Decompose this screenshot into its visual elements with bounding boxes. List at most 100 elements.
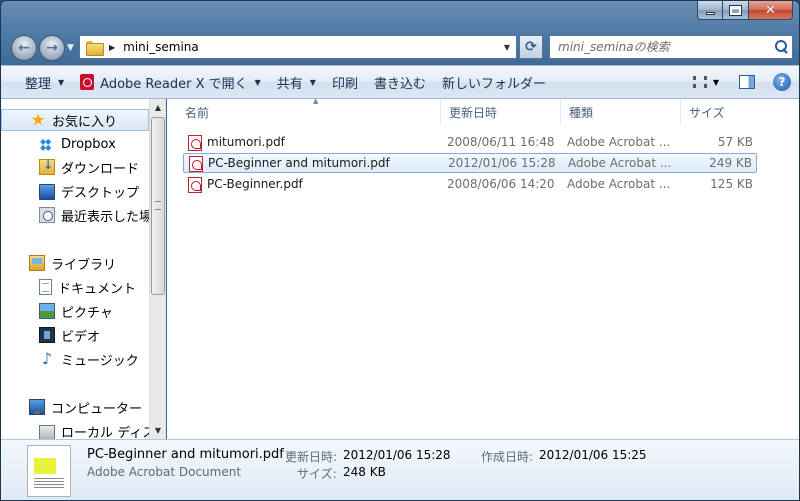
- organize-label: 整理: [25, 76, 52, 92]
- pictures-icon: [39, 303, 55, 319]
- print-button[interactable]: 印刷: [324, 70, 366, 94]
- new-folder-button[interactable]: 新しいフォルダー: [434, 70, 554, 94]
- sidebar-item-local-disk[interactable]: ローカル ディスク: [1, 420, 149, 439]
- chevron-down-icon[interactable]: ▼: [713, 78, 719, 87]
- minimize-button[interactable]: [697, 1, 723, 20]
- command-bar: 整理 ▼ Adobe Reader X で開く ▼ 共有 ▼ 印刷 書き込む 新しいフ…: [1, 65, 799, 99]
- arrow-right-icon: →: [46, 40, 58, 56]
- sidebar-item-label: Dropbox: [61, 136, 116, 152]
- sidebar-item-downloads[interactable]: ダウンロード: [1, 156, 149, 178]
- download-folder-icon: [39, 158, 55, 175]
- column-header-name[interactable]: 名前 ▲: [177, 97, 441, 125]
- library-icon: [29, 255, 45, 271]
- details-size-label: サイズ:: [297, 467, 337, 481]
- close-button[interactable]: ✕: [749, 1, 793, 20]
- recent-places-icon: [39, 207, 55, 223]
- sidebar-item-label: ライブラリ: [51, 257, 117, 273]
- navigation-bar: ← → ▼ ▶ mini_semina ▼ ⟳: [1, 31, 799, 63]
- column-header-date[interactable]: 更新日時: [441, 99, 561, 125]
- pdf-file-icon: [189, 156, 203, 172]
- breadcrumb-separator-icon[interactable]: ▶: [109, 43, 115, 52]
- column-header-size[interactable]: サイズ: [681, 99, 761, 125]
- column-header-label: サイズ: [689, 105, 725, 120]
- file-thumbnail: [27, 445, 71, 497]
- sidebar-item-pictures[interactable]: ピクチャ: [1, 300, 149, 322]
- column-header-label: 種類: [569, 105, 594, 120]
- sidebar-item-music[interactable]: ♪ ミュージック: [1, 348, 149, 370]
- preview-pane-icon[interactable]: [739, 75, 755, 89]
- scroll-up-icon[interactable]: ▲: [150, 99, 165, 116]
- burn-button[interactable]: 書き込む: [366, 70, 434, 94]
- file-date: 2008/06/06 14:20: [447, 177, 555, 191]
- local-disk-icon: [39, 424, 55, 439]
- maximize-button[interactable]: [723, 1, 749, 20]
- sidebar-item-favorites[interactable]: ★ お気に入り: [1, 109, 149, 131]
- file-size: 57 KB: [717, 135, 753, 149]
- table-row[interactable]: mitumori.pdf 2008/06/11 16:48 Adobe Acro…: [183, 133, 757, 153]
- computer-icon: [29, 399, 45, 415]
- minimize-icon: [705, 11, 715, 15]
- open-with-button[interactable]: Adobe Reader X で開く ▼: [72, 70, 269, 94]
- sidebar-item-label: デスクトップ: [61, 185, 140, 201]
- chevron-down-icon: ▼: [254, 77, 261, 87]
- file-name: PC-Beginner and mitumori.pdf: [208, 156, 390, 170]
- sidebar-item-recent[interactable]: 最近表示した場所: [1, 204, 149, 226]
- navigation-pane: ★ お気に入り Dropbox ダウンロード デスクトップ 最近表示した場所 ライ…: [1, 99, 166, 439]
- arrow-left-icon: ←: [18, 40, 30, 56]
- sidebar-item-label: ローカル ディスク: [61, 425, 149, 440]
- scroll-down-icon[interactable]: ▼: [150, 422, 165, 439]
- sidebar-item-desktop[interactable]: デスクトップ: [1, 180, 149, 202]
- adobe-reader-icon: [80, 74, 95, 90]
- sidebar-item-label: ドキュメント: [58, 281, 137, 297]
- address-bar[interactable]: ▶ mini_semina ▼: [79, 35, 517, 59]
- details-modified-label: 更新日時:: [285, 450, 338, 464]
- file-list: 名前 ▲ 更新日時 種類 サイズ mitumori.pdf 2008/06/11…: [167, 97, 799, 439]
- forward-button[interactable]: →: [39, 35, 65, 61]
- details-filename: PC-Beginner and mitumori.pdf: [87, 447, 284, 462]
- search-icon[interactable]: [772, 37, 792, 57]
- chevron-down-icon: ▼: [309, 77, 316, 87]
- file-size: 249 KB: [709, 156, 752, 170]
- caption-buttons: ✕: [697, 1, 793, 21]
- sidebar-item-dropbox[interactable]: Dropbox: [1, 133, 149, 155]
- star-icon: ★: [30, 110, 46, 129]
- search-input[interactable]: [558, 40, 772, 54]
- recent-pages-dropdown[interactable]: ▼: [67, 43, 74, 53]
- pdf-file-icon: [188, 135, 202, 151]
- table-row[interactable]: PC-Beginner and mitumori.pdf 2012/01/06 …: [183, 153, 757, 173]
- maximize-icon: [729, 4, 742, 16]
- sidebar-item-documents[interactable]: ドキュメント: [1, 276, 149, 298]
- table-row[interactable]: PC-Beginner.pdf 2008/06/06 14:20 Adobe A…: [183, 175, 757, 195]
- details-size-value: 248 KB: [343, 465, 386, 479]
- column-header-label: 名前: [185, 105, 210, 120]
- help-icon[interactable]: ?: [773, 73, 791, 91]
- refresh-button[interactable]: ⟳: [519, 35, 543, 59]
- dropbox-icon: [39, 136, 55, 152]
- back-button[interactable]: ←: [11, 35, 37, 61]
- view-options-icon[interactable]: [692, 76, 707, 88]
- desktop-icon: [39, 184, 55, 200]
- sidebar-item-libraries[interactable]: ライブラリ: [1, 252, 149, 274]
- column-header-label: 更新日時: [449, 105, 498, 120]
- file-date: 2008/06/11 16:48: [447, 135, 555, 149]
- sidebar-item-label: お気に入り: [52, 114, 118, 130]
- file-date: 2012/01/06 15:28: [448, 156, 556, 170]
- navigation-scrollbar[interactable]: ▲ ▼: [149, 99, 165, 439]
- file-name: PC-Beginner.pdf: [207, 177, 303, 191]
- search-box[interactable]: [549, 35, 793, 59]
- details-modified-value: 2012/01/06 15:28: [343, 448, 451, 462]
- sidebar-item-videos[interactable]: ビデオ: [1, 324, 149, 346]
- sidebar-item-label: ダウンロード: [61, 161, 140, 177]
- sidebar-item-label: ビデオ: [61, 329, 101, 345]
- breadcrumb-current-folder[interactable]: mini_semina: [123, 40, 498, 54]
- scroll-thumb[interactable]: [151, 117, 165, 295]
- share-button[interactable]: 共有 ▼: [269, 70, 324, 94]
- chevron-down-icon: ▼: [67, 43, 74, 53]
- details-created-value: 2012/01/06 15:25: [539, 448, 647, 462]
- pdf-file-icon: [188, 177, 202, 193]
- organize-button[interactable]: 整理 ▼: [17, 70, 72, 94]
- address-history-dropdown[interactable]: ▼: [498, 43, 516, 52]
- sidebar-item-label: ピクチャ: [61, 305, 113, 321]
- column-header-type[interactable]: 種類: [561, 99, 681, 125]
- sidebar-item-computer[interactable]: コンピューター: [1, 396, 149, 418]
